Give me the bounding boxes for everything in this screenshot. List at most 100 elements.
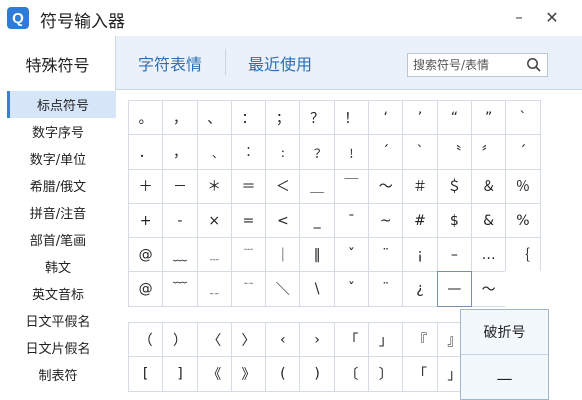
symbol-cell[interactable]: ﹖ bbox=[299, 134, 335, 170]
symbol-cell[interactable]: … bbox=[470, 237, 507, 273]
symbol-cell[interactable]: ¨ bbox=[368, 237, 404, 273]
symbol-cell[interactable]: ， bbox=[162, 100, 198, 136]
symbol-cell[interactable]: ＼ bbox=[265, 271, 301, 307]
symbol-cell[interactable]: ！ bbox=[333, 100, 370, 136]
symbol-cell[interactable]: # bbox=[402, 202, 438, 239]
symbol-cell[interactable]: ＊ bbox=[196, 168, 232, 204]
bracket-cell[interactable]: 〈 bbox=[196, 322, 232, 358]
symbol-cell[interactable]: × bbox=[196, 202, 232, 239]
symbol-cell[interactable]: ： bbox=[230, 100, 267, 136]
sidebar-item[interactable]: 韩文 bbox=[0, 253, 116, 280]
symbol-cell[interactable]: ＄ bbox=[436, 168, 472, 204]
symbol-cell[interactable]: ； bbox=[265, 100, 301, 136]
symbol-cell[interactable]: ＜ bbox=[265, 168, 301, 204]
sidebar-item[interactable]: 拼音/注音 bbox=[0, 199, 116, 226]
symbol-cell[interactable]: 。 bbox=[128, 100, 164, 136]
bracket-cell[interactable]: 」 bbox=[368, 322, 404, 358]
symbol-cell[interactable]: ` bbox=[505, 100, 541, 136]
symbol-cell[interactable]: ¡ bbox=[402, 237, 438, 273]
symbol-cell[interactable]: ％ bbox=[505, 168, 541, 204]
symbol-cell[interactable]: ～ bbox=[470, 271, 507, 307]
bracket-cell[interactable]: ） bbox=[162, 322, 198, 358]
symbol-cell[interactable]: ． bbox=[128, 134, 164, 170]
symbol-cell[interactable]: 〞 bbox=[470, 134, 507, 170]
symbol-cell[interactable]: — bbox=[436, 271, 472, 307]
search-input[interactable] bbox=[408, 54, 520, 76]
sidebar-item[interactable]: 数字序号 bbox=[0, 118, 116, 145]
tab-special-symbols[interactable]: 特殊符号 bbox=[0, 36, 116, 91]
symbol-cell[interactable]: ˊ bbox=[368, 134, 404, 170]
symbol-cell[interactable]: ｛ bbox=[505, 237, 541, 273]
sidebar-item[interactable]: 部首/笔画 bbox=[0, 226, 116, 253]
symbol-cell[interactable]: ￣ bbox=[333, 168, 370, 204]
symbol-cell[interactable]: ﹑ bbox=[196, 134, 232, 170]
bracket-cell[interactable]: [ bbox=[128, 356, 164, 392]
symbol-cell[interactable]: _ bbox=[299, 202, 335, 239]
symbol-cell[interactable]: & bbox=[470, 202, 507, 239]
symbol-cell[interactable]: % bbox=[505, 202, 541, 239]
symbol-cell[interactable]: － bbox=[162, 168, 198, 204]
symbol-cell[interactable]: - bbox=[162, 202, 198, 239]
symbol-cell[interactable]: 、 bbox=[196, 100, 232, 136]
symbol-cell[interactable]: ﹋ bbox=[162, 271, 198, 307]
sidebar-item[interactable]: 数字/单位 bbox=[0, 145, 116, 172]
bracket-cell[interactable]: ‹ bbox=[265, 322, 301, 358]
tab-emoticons[interactable]: 字符表情 bbox=[116, 36, 224, 90]
symbol-cell[interactable]: ˋ bbox=[402, 134, 438, 170]
symbol-cell[interactable]: ﹎ bbox=[196, 271, 232, 307]
bracket-cell[interactable]: 〉 bbox=[230, 322, 267, 358]
bracket-cell[interactable]: › bbox=[299, 322, 335, 358]
symbol-cell[interactable]: @ bbox=[128, 271, 164, 307]
symbol-cell[interactable]: ‘ bbox=[368, 100, 404, 136]
bracket-cell[interactable]: ) bbox=[299, 356, 335, 392]
symbol-cell[interactable]: < bbox=[265, 202, 301, 239]
bracket-cell[interactable]: ] bbox=[162, 356, 198, 392]
sidebar-item[interactable]: 日文平假名 bbox=[0, 307, 116, 334]
symbol-cell[interactable]: ～ bbox=[368, 168, 404, 204]
symbol-cell[interactable]: $ bbox=[436, 202, 472, 239]
bracket-cell[interactable]: 〔 bbox=[333, 356, 370, 392]
bracket-cell[interactable]: ( bbox=[265, 356, 301, 392]
symbol-cell[interactable]: ﹉ bbox=[230, 237, 267, 273]
symbol-cell[interactable]: @ bbox=[128, 237, 164, 273]
symbol-cell[interactable]: ＃ bbox=[402, 168, 438, 204]
sidebar-item[interactable]: 希腊/俄文 bbox=[0, 172, 116, 199]
symbol-cell[interactable]: ︰ bbox=[230, 134, 267, 170]
bracket-cell[interactable]: 《 bbox=[196, 356, 232, 392]
tab-recent[interactable]: 最近使用 bbox=[226, 36, 334, 90]
symbol-cell[interactable]: ˇ bbox=[333, 237, 370, 273]
bracket-cell[interactable]: 〕 bbox=[368, 356, 404, 392]
symbol-cell[interactable]: = bbox=[230, 202, 267, 239]
symbol-cell[interactable]: ¨ bbox=[368, 271, 404, 307]
bracket-cell[interactable]: 「 bbox=[402, 356, 438, 392]
symbol-cell[interactable]: ？ bbox=[299, 100, 335, 136]
symbol-cell[interactable]: ＆ bbox=[470, 168, 507, 204]
sidebar-item[interactable]: 英文音标 bbox=[0, 280, 116, 307]
bracket-cell[interactable]: 「 bbox=[333, 322, 370, 358]
sidebar-item[interactable]: 日文片假名 bbox=[0, 334, 116, 361]
symbol-cell[interactable]: + bbox=[128, 202, 164, 239]
symbol-cell[interactable]: ＝ bbox=[230, 168, 267, 204]
symbol-cell[interactable]: ＿ bbox=[299, 168, 335, 204]
symbol-cell[interactable]: ~ bbox=[368, 202, 404, 239]
close-button[interactable]: ✕ bbox=[542, 7, 562, 27]
symbol-cell[interactable]: ” bbox=[470, 100, 507, 136]
symbol-cell[interactable]: ﹕ bbox=[265, 134, 301, 170]
bracket-cell[interactable]: 》 bbox=[230, 356, 267, 392]
symbol-cell[interactable]: ˊ bbox=[505, 134, 541, 170]
symbol-cell[interactable]: ﹏ bbox=[162, 237, 198, 273]
symbol-cell[interactable]: ﹗ bbox=[333, 134, 370, 170]
sidebar-item[interactable]: 标点符号 bbox=[7, 91, 116, 118]
symbol-cell[interactable]: \ bbox=[299, 271, 335, 307]
symbol-cell[interactable]: ＋ bbox=[128, 168, 164, 204]
sidebar-item[interactable]: 制表符 bbox=[0, 361, 116, 388]
symbol-cell[interactable]: ， bbox=[162, 134, 198, 170]
symbol-cell[interactable]: ‖ bbox=[299, 237, 335, 273]
search-icon[interactable] bbox=[526, 57, 542, 73]
symbol-cell[interactable]: ¿ bbox=[402, 271, 438, 307]
symbol-cell[interactable]: “ bbox=[436, 100, 472, 136]
bracket-cell[interactable]: （ bbox=[128, 322, 164, 358]
symbol-cell[interactable]: ’ bbox=[402, 100, 438, 136]
symbol-cell[interactable]: ｜ bbox=[265, 237, 301, 273]
symbol-cell[interactable]: ˇ bbox=[333, 271, 370, 307]
